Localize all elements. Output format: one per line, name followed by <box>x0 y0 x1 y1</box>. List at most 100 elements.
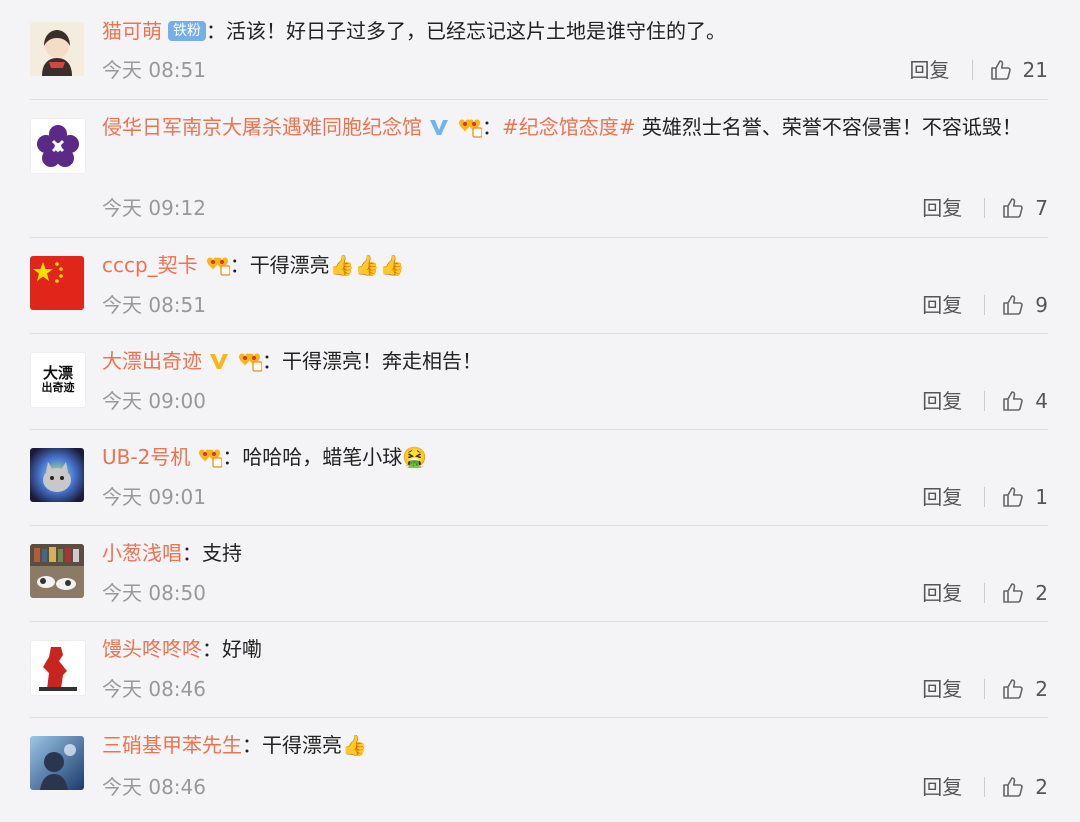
avatar[interactable] <box>30 448 84 502</box>
username-link[interactable]: 大漂出奇迹 <box>102 349 202 373</box>
thumbs-up-icon <box>990 60 1011 80</box>
comment-meta: 今天 09:00 回复 4 <box>102 381 1048 421</box>
separator: ： <box>482 115 502 139</box>
comment-text: 猫可萌 铁粉 ：活该！好日子过多了，已经忘记这片土地是谁守住的了。 <box>102 10 1048 52</box>
divider <box>971 60 973 80</box>
comment-item: 大漂 出奇迹 大漂出奇迹 ：干得漂亮！奔走相告！ 今天 09:00 回复 4 <box>30 333 1048 430</box>
reply-button[interactable]: 回复 <box>922 669 962 709</box>
fan-badge: 铁粉 <box>168 21 206 41</box>
username-link[interactable]: 侵华日军南京大屠杀遇难同胞纪念馆 <box>102 115 422 139</box>
reply-button[interactable]: 回复 <box>922 188 962 228</box>
like-button[interactable]: 1 <box>1001 477 1048 517</box>
divider <box>984 583 986 603</box>
timestamp: 今天 08:51 <box>102 58 206 82</box>
like-button[interactable]: 9 <box>1001 285 1048 325</box>
avatar[interactable] <box>30 544 84 598</box>
vip-level-icon <box>458 118 482 138</box>
comment-body: 干得漂亮👍 <box>262 733 367 757</box>
divider <box>984 295 986 315</box>
like-count: 7 <box>1035 196 1048 220</box>
avatar[interactable]: 大漂 出奇迹 <box>30 352 86 408</box>
timestamp: 今天 08:46 <box>102 775 206 799</box>
comment-body: 好嘞 <box>222 637 262 661</box>
timestamp: 今天 08:50 <box>102 581 206 605</box>
like-count: 2 <box>1035 677 1048 701</box>
separator: ： <box>182 541 202 565</box>
comment-body: 支持 <box>202 541 242 565</box>
verified-v-gold-icon <box>210 354 228 369</box>
divider <box>984 777 986 797</box>
comment-meta: 今天 08:46 回复 2 <box>102 767 1048 807</box>
thumbs-up-icon <box>1003 487 1024 507</box>
timestamp: 今天 08:51 <box>102 293 206 317</box>
separator: ： <box>262 349 282 373</box>
comment-item: 三硝基甲苯先生：干得漂亮👍 今天 08:46 回复 2 <box>30 717 1048 822</box>
like-count: 2 <box>1035 581 1048 605</box>
timestamp: 今天 09:12 <box>102 196 206 220</box>
username-link[interactable]: UB-2号机 <box>102 445 190 469</box>
comment-meta: 今天 08:51 回复 9 <box>102 285 1048 325</box>
avatar[interactable] <box>30 22 84 76</box>
pets-photo-avatar-icon <box>30 544 84 598</box>
avatar-girl-icon <box>30 22 84 76</box>
separator: ： <box>206 19 226 43</box>
reply-button[interactable]: 回复 <box>922 573 962 613</box>
comment-meta: 今天 09:01 回复 1 <box>102 477 1048 517</box>
like-count: 2 <box>1035 775 1048 799</box>
username-link[interactable]: 猫可萌 <box>102 19 162 43</box>
comment-body: 哈哈哈，蜡笔小球🤮 <box>242 445 428 469</box>
timestamp: 今天 09:01 <box>102 485 206 509</box>
comment-text: cccp_契卡 ：干得漂亮👍👍👍 <box>102 244 1048 286</box>
reply-button[interactable]: 回复 <box>922 285 962 325</box>
comment-text: 三硝基甲苯先生：干得漂亮👍 <box>102 724 1048 766</box>
comment-text: 大漂出奇迹 ：干得漂亮！奔走相告！ <box>102 340 1048 382</box>
comment-item: cccp_契卡 ：干得漂亮👍👍👍 今天 08:51 回复 9 <box>30 237 1048 334</box>
thumbs-up-icon <box>1003 679 1024 699</box>
comment-item: 猫可萌 铁粉 ：活该！好日子过多了，已经忘记这片土地是谁守住的了。 今天 08:51… <box>30 0 1048 100</box>
like-button[interactable]: 4 <box>1001 381 1048 421</box>
comment-meta: 今天 09:12 回复 7 <box>102 188 1048 228</box>
reply-button[interactable]: 回复 <box>910 50 950 90</box>
like-button[interactable]: 2 <box>1001 573 1048 613</box>
avatar-text-line2: 出奇迹 <box>41 381 75 395</box>
reply-button[interactable]: 回复 <box>922 381 962 421</box>
comment-item: 侵华日军南京大屠杀遇难同胞纪念馆 ：#纪念馆态度# 英雄烈士名誉、荣誉不容侵害！不… <box>30 99 1048 238</box>
divider <box>984 487 986 507</box>
like-button[interactable]: 7 <box>1001 188 1048 228</box>
divider <box>984 391 986 411</box>
avatar[interactable] <box>30 736 84 790</box>
username-link[interactable]: cccp_契卡 <box>102 253 198 277</box>
comment-body: 活该！好日子过多了，已经忘记这片土地是谁守住的了。 <box>226 19 726 43</box>
username-link[interactable]: 三硝基甲苯先生 <box>102 733 242 757</box>
thumbs-up-icon <box>1003 198 1024 218</box>
reply-button[interactable]: 回复 <box>922 477 962 517</box>
comment-meta: 今天 08:50 回复 2 <box>102 573 1048 613</box>
avatar[interactable] <box>30 256 84 310</box>
thumbs-up-icon <box>1003 583 1024 603</box>
like-count: 1 <box>1035 485 1048 509</box>
vip-level-icon <box>238 352 262 372</box>
username-link[interactable]: 小葱浅唱 <box>102 541 182 565</box>
reply-button[interactable]: 回复 <box>922 767 962 807</box>
comment-item: 馒头咚咚咚：好嘞 今天 08:46 回复 2 <box>30 621 1048 718</box>
like-button[interactable]: 2 <box>1001 767 1048 807</box>
comment-text: 侵华日军南京大屠杀遇难同胞纪念馆 ：#纪念馆态度# 英雄烈士名誉、荣誉不容侵害！不… <box>102 106 1042 148</box>
comment-body: 干得漂亮👍👍👍 <box>249 253 405 277</box>
memorial-logo-icon <box>31 119 85 173</box>
divider <box>984 198 986 218</box>
comment-meta: 今天 08:51 回复 21 <box>102 50 1048 90</box>
avatar[interactable] <box>30 118 86 174</box>
like-count: 4 <box>1035 389 1048 413</box>
like-count: 21 <box>1022 58 1048 82</box>
avatar[interactable] <box>30 640 86 696</box>
like-button[interactable]: 21 <box>989 50 1048 90</box>
comment-body: 英雄烈士名誉、荣誉不容侵害！不容诋毁！ <box>635 115 1022 139</box>
avatar-text-line1: 大漂 <box>42 364 73 383</box>
like-button[interactable]: 2 <box>1001 669 1048 709</box>
hashtag-link[interactable]: #纪念馆态度# <box>502 115 636 139</box>
flag-avatar-icon <box>30 256 84 310</box>
comment-text: 馒头咚咚咚：好嘞 <box>102 628 1048 670</box>
separator: ： <box>202 637 222 661</box>
red-figure-avatar-icon <box>31 641 85 695</box>
username-link[interactable]: 馒头咚咚咚 <box>102 637 202 661</box>
